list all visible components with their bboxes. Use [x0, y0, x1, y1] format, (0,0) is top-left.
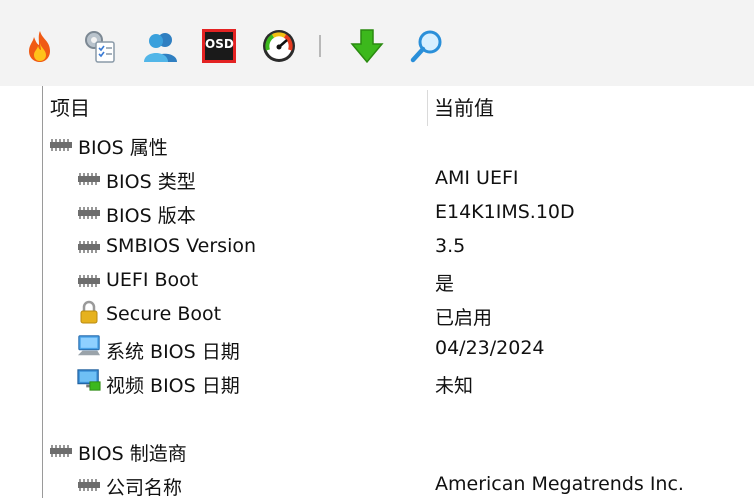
computer-icon [77, 335, 101, 357]
item-name: 公司名称 [106, 477, 183, 498]
column-header-item[interactable]: 项目 [50, 92, 90, 121]
item-value: 04/23/2024 [435, 337, 545, 359]
item-name: BIOS 版本 [106, 205, 196, 227]
monitor-icon [77, 369, 101, 391]
item-value: 3.5 [435, 235, 466, 257]
column-divider[interactable] [427, 90, 428, 126]
item-name: SMBIOS Version [106, 235, 257, 257]
lock-icon [77, 300, 101, 324]
item-value: E14K1IMS.10D [435, 201, 575, 223]
search-button[interactable] [407, 26, 447, 66]
chip-icon [49, 440, 73, 462]
chip-icon [77, 202, 101, 224]
item-name: UEFI Boot [106, 269, 199, 291]
column-header-value[interactable]: 当前值 [434, 92, 494, 121]
tree-pane[interactable] [0, 86, 43, 498]
item-name: BIOS 属性 [78, 137, 168, 159]
item-value: 已启用 [435, 307, 493, 329]
osd-button[interactable]: OSD [199, 26, 239, 66]
list-header: 项目 当前值 [43, 86, 754, 127]
item-value: 是 [435, 273, 455, 295]
list-item[interactable]: 系统 BIOS 日期 04/23/2024 [43, 332, 754, 366]
settings-checklist-icon [85, 31, 115, 63]
download-arrow-icon [350, 29, 384, 64]
list-item[interactable]: Secure Boot 已启用 [43, 298, 754, 332]
list-item[interactable]: BIOS 属性 [43, 128, 754, 162]
benchmark-button[interactable] [259, 26, 299, 66]
toolbar-separator [319, 35, 321, 57]
item-value: 未知 [435, 375, 474, 397]
chip-icon [77, 236, 101, 258]
toolbar: OSD [0, 0, 754, 86]
chip-icon [77, 270, 101, 292]
item-name: BIOS 制造商 [78, 443, 187, 465]
speedometer-icon [263, 30, 295, 62]
chip-icon [49, 134, 73, 156]
details-list[interactable]: 项目 当前值 BIOS 属性 BIOS 类型 AMI UEFI BIOS 版本 … [43, 86, 754, 498]
chip-icon [77, 474, 101, 496]
download-button[interactable] [347, 26, 387, 66]
users-button[interactable] [140, 26, 180, 66]
list-item[interactable]: BIOS 制造商 [43, 434, 754, 468]
item-name: BIOS 类型 [106, 171, 196, 193]
search-icon [410, 30, 442, 63]
chip-icon [77, 168, 101, 190]
item-name: Secure Boot [106, 303, 222, 325]
users-icon [144, 33, 177, 62]
list-item[interactable]: BIOS 版本 E14K1IMS.10D [43, 196, 754, 230]
list-item[interactable]: BIOS 类型 AMI UEFI [43, 162, 754, 196]
osd-label: OSD [205, 37, 234, 51]
list-item[interactable]: 视频 BIOS 日期 未知 [43, 366, 754, 400]
flame-icon [29, 31, 50, 62]
item-name: 视频 BIOS 日期 [106, 375, 240, 397]
item-value: American Megatrends Inc. [435, 473, 684, 495]
list-item[interactable]: 公司名称 American Megatrends Inc. [43, 468, 754, 498]
settings-button[interactable] [80, 26, 120, 66]
item-name: 系统 BIOS 日期 [106, 341, 240, 363]
list-item[interactable]: SMBIOS Version 3.5 [43, 230, 754, 264]
item-value: AMI UEFI [435, 167, 519, 189]
flame-button[interactable] [20, 26, 60, 66]
list-item[interactable]: UEFI Boot 是 [43, 264, 754, 298]
